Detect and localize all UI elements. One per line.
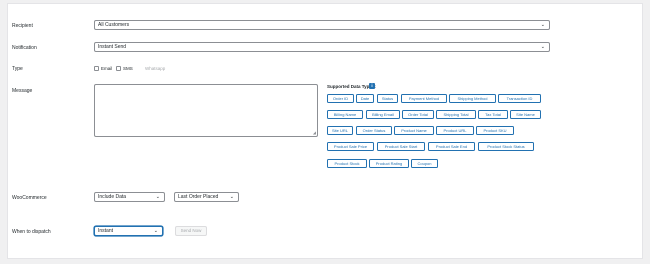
tag-site-name[interactable]: Site Name	[510, 110, 541, 119]
resize-handle-icon[interactable]: ◢	[313, 131, 316, 135]
email-option-label: Email	[101, 66, 113, 71]
recipient-label: Recipient	[12, 23, 33, 29]
chevron-down-icon: ⌄	[153, 228, 158, 234]
tag-payment-method[interactable]: Payment Method	[401, 94, 447, 103]
tag-tax-total[interactable]: Tax Total	[478, 110, 508, 119]
email-checkbox[interactable]	[94, 66, 99, 71]
chevron-down-icon: ⌄	[540, 22, 545, 28]
event-value: Last Order Placed	[178, 194, 219, 200]
chevron-down-icon: ⌄	[155, 194, 160, 200]
tag-shipping-total[interactable]: Shipping Total	[436, 110, 476, 119]
tag-billing-email[interactable]: Billing Email	[366, 110, 400, 119]
recipient-select[interactable]: All Customers ⌄	[94, 20, 550, 30]
tag-product-sale-start[interactable]: Product Sale Start	[377, 142, 425, 151]
tag-product-stock-status[interactable]: Product Stock Status	[478, 142, 534, 151]
tag-product-sku[interactable]: Product SKU	[476, 126, 514, 135]
dispatch-value: Instant	[98, 228, 114, 234]
chevron-down-icon: ⌄	[540, 44, 545, 50]
tag-order-total[interactable]: Order Total	[402, 110, 434, 119]
notification-label: Notification	[12, 45, 37, 51]
tag-transaction-id[interactable]: Transaction ID	[498, 94, 541, 103]
tag-site-url[interactable]: Site URL	[327, 126, 353, 135]
event-select[interactable]: Last Order Placed ⌄	[174, 192, 239, 202]
tag-product-url[interactable]: Product URL	[436, 126, 474, 135]
notification-select[interactable]: Instant Send ⌄	[94, 42, 550, 52]
message-label: Message	[12, 88, 33, 94]
tag-status[interactable]: Status	[377, 94, 398, 103]
tag-product-sale-price[interactable]: Product Sale Price	[327, 142, 374, 151]
tag-order-status[interactable]: Order Status	[356, 126, 392, 135]
dispatch-label: When to dispatch	[12, 229, 51, 235]
message-textarea[interactable]: ◢	[94, 84, 318, 137]
tag-date[interactable]: Date	[356, 94, 374, 103]
chevron-down-icon: ⌄	[229, 194, 234, 200]
sms-option-label: SMS	[123, 66, 133, 71]
info-icon[interactable]: i	[369, 83, 375, 89]
send-now-button[interactable]: Send Now	[175, 226, 207, 236]
tag-product-name[interactable]: Product Name	[394, 126, 434, 135]
include-data-value: Include Data	[98, 194, 127, 200]
sms-checkbox[interactable]	[116, 66, 121, 71]
tag-product-stock[interactable]: Product Stock	[327, 159, 367, 168]
tag-order-id[interactable]: Order ID	[327, 94, 354, 103]
tag-product-rating[interactable]: Product Rating	[369, 159, 409, 168]
tag-coupon[interactable]: Coupon	[411, 159, 438, 168]
type-label: Type	[12, 66, 23, 72]
tag-shipping-method[interactable]: Shipping Method	[449, 94, 496, 103]
tag-product-sale-end[interactable]: Product Sale End	[428, 142, 475, 151]
include-data-select[interactable]: Include Data ⌄	[94, 192, 165, 202]
whatsapp-option-label: Whatsapp	[145, 66, 166, 71]
woocommerce-label: WooCommerce	[12, 195, 47, 201]
notification-value: Instant Send	[98, 44, 127, 50]
tag-billing-name[interactable]: Billing Name	[327, 110, 363, 119]
dispatch-select[interactable]: Instant ⌄	[94, 226, 163, 236]
recipient-value: All Customers	[98, 22, 130, 28]
